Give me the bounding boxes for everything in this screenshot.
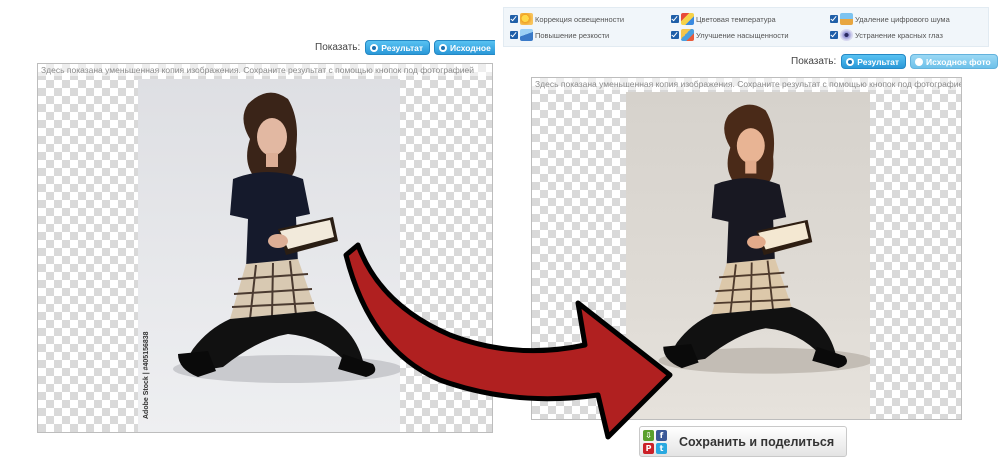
checkbox-sharpen[interactable] (510, 31, 518, 39)
checkbox-color-temperature[interactable] (671, 15, 679, 23)
enhancement-options-panel: Коррекция освещенности Цветовая температ… (503, 7, 989, 47)
option-noise-removal-label: Удаление цифрового шума (855, 14, 950, 24)
download-icon[interactable]: ⇩ (643, 429, 654, 441)
option-color-temperature-label: Цветовая температура (696, 14, 776, 24)
right-view-toggle: Показать: Результат Исходное фото (791, 54, 1000, 69)
left-show-label: Показать: (315, 42, 361, 53)
checkbox-lighting[interactable] (510, 15, 518, 23)
pinterest-icon[interactable]: P (643, 442, 654, 454)
option-color-temperature[interactable]: Цветовая температура (671, 13, 776, 25)
option-red-eye[interactable]: Устранение красных глаз (830, 29, 943, 41)
left-result-label: Результат (381, 42, 424, 53)
saturation-icon (681, 29, 694, 41)
left-result-radio (370, 43, 379, 52)
right-show-label: Показать: (791, 56, 837, 67)
option-lighting-label: Коррекция освещенности (535, 14, 625, 24)
save-and-share-label: Сохранить и поделиться (679, 434, 835, 449)
right-original-radio (915, 57, 924, 66)
right-result-label: Результат (857, 56, 900, 67)
red-eye-icon (840, 29, 853, 41)
stock-watermark: Adobe Stock | #405156838 (143, 331, 150, 419)
left-result-button[interactable]: Результат (365, 40, 431, 55)
option-sharpen-label: Повышение резкости (535, 30, 610, 40)
right-result-button[interactable]: Результат (841, 54, 907, 69)
right-original-button[interactable]: Исходное фото (910, 54, 998, 69)
right-result-radio (846, 57, 855, 66)
checkbox-noise-removal[interactable] (830, 15, 838, 23)
checkbox-saturation[interactable] (671, 31, 679, 39)
option-sharpen[interactable]: Повышение резкости (510, 29, 609, 41)
left-note: Здесь показана уменьшенная копия изображ… (38, 64, 492, 76)
facebook-icon[interactable]: f (656, 429, 667, 441)
photo-editor-screen: Коррекция освещенности Цветовая температ… (0, 0, 1000, 457)
right-note: Здесь показана уменьшенная копия изображ… (532, 78, 961, 90)
option-saturation[interactable]: Улучшение насыщенности (671, 29, 789, 41)
sun-lighting-icon (520, 13, 533, 25)
save-and-share-button[interactable]: ⇩ f P t Сохранить и поделиться (639, 426, 847, 457)
left-original-label: Исходное (450, 42, 491, 53)
sharpen-icon (520, 29, 533, 41)
option-red-eye-label: Устранение красных глаз (855, 30, 943, 40)
social-share-icons: ⇩ f P t (643, 429, 667, 454)
color-temperature-icon (681, 13, 694, 25)
left-original-radio (439, 43, 448, 52)
option-saturation-label: Улучшение насыщенности (696, 30, 789, 40)
noise-removal-icon (840, 13, 853, 25)
left-view-toggle: Показать: Результат Исходное (315, 40, 495, 55)
red-arrow-icon (343, 242, 673, 440)
left-original-button[interactable]: Исходное (434, 40, 495, 55)
option-noise-removal[interactable]: Удаление цифрового шума (830, 13, 950, 25)
right-original-label: Исходное фото (926, 56, 991, 67)
checkbox-red-eye[interactable] (830, 31, 838, 39)
option-lighting[interactable]: Коррекция освещенности (510, 13, 624, 25)
twitter-icon[interactable]: t (656, 442, 667, 454)
